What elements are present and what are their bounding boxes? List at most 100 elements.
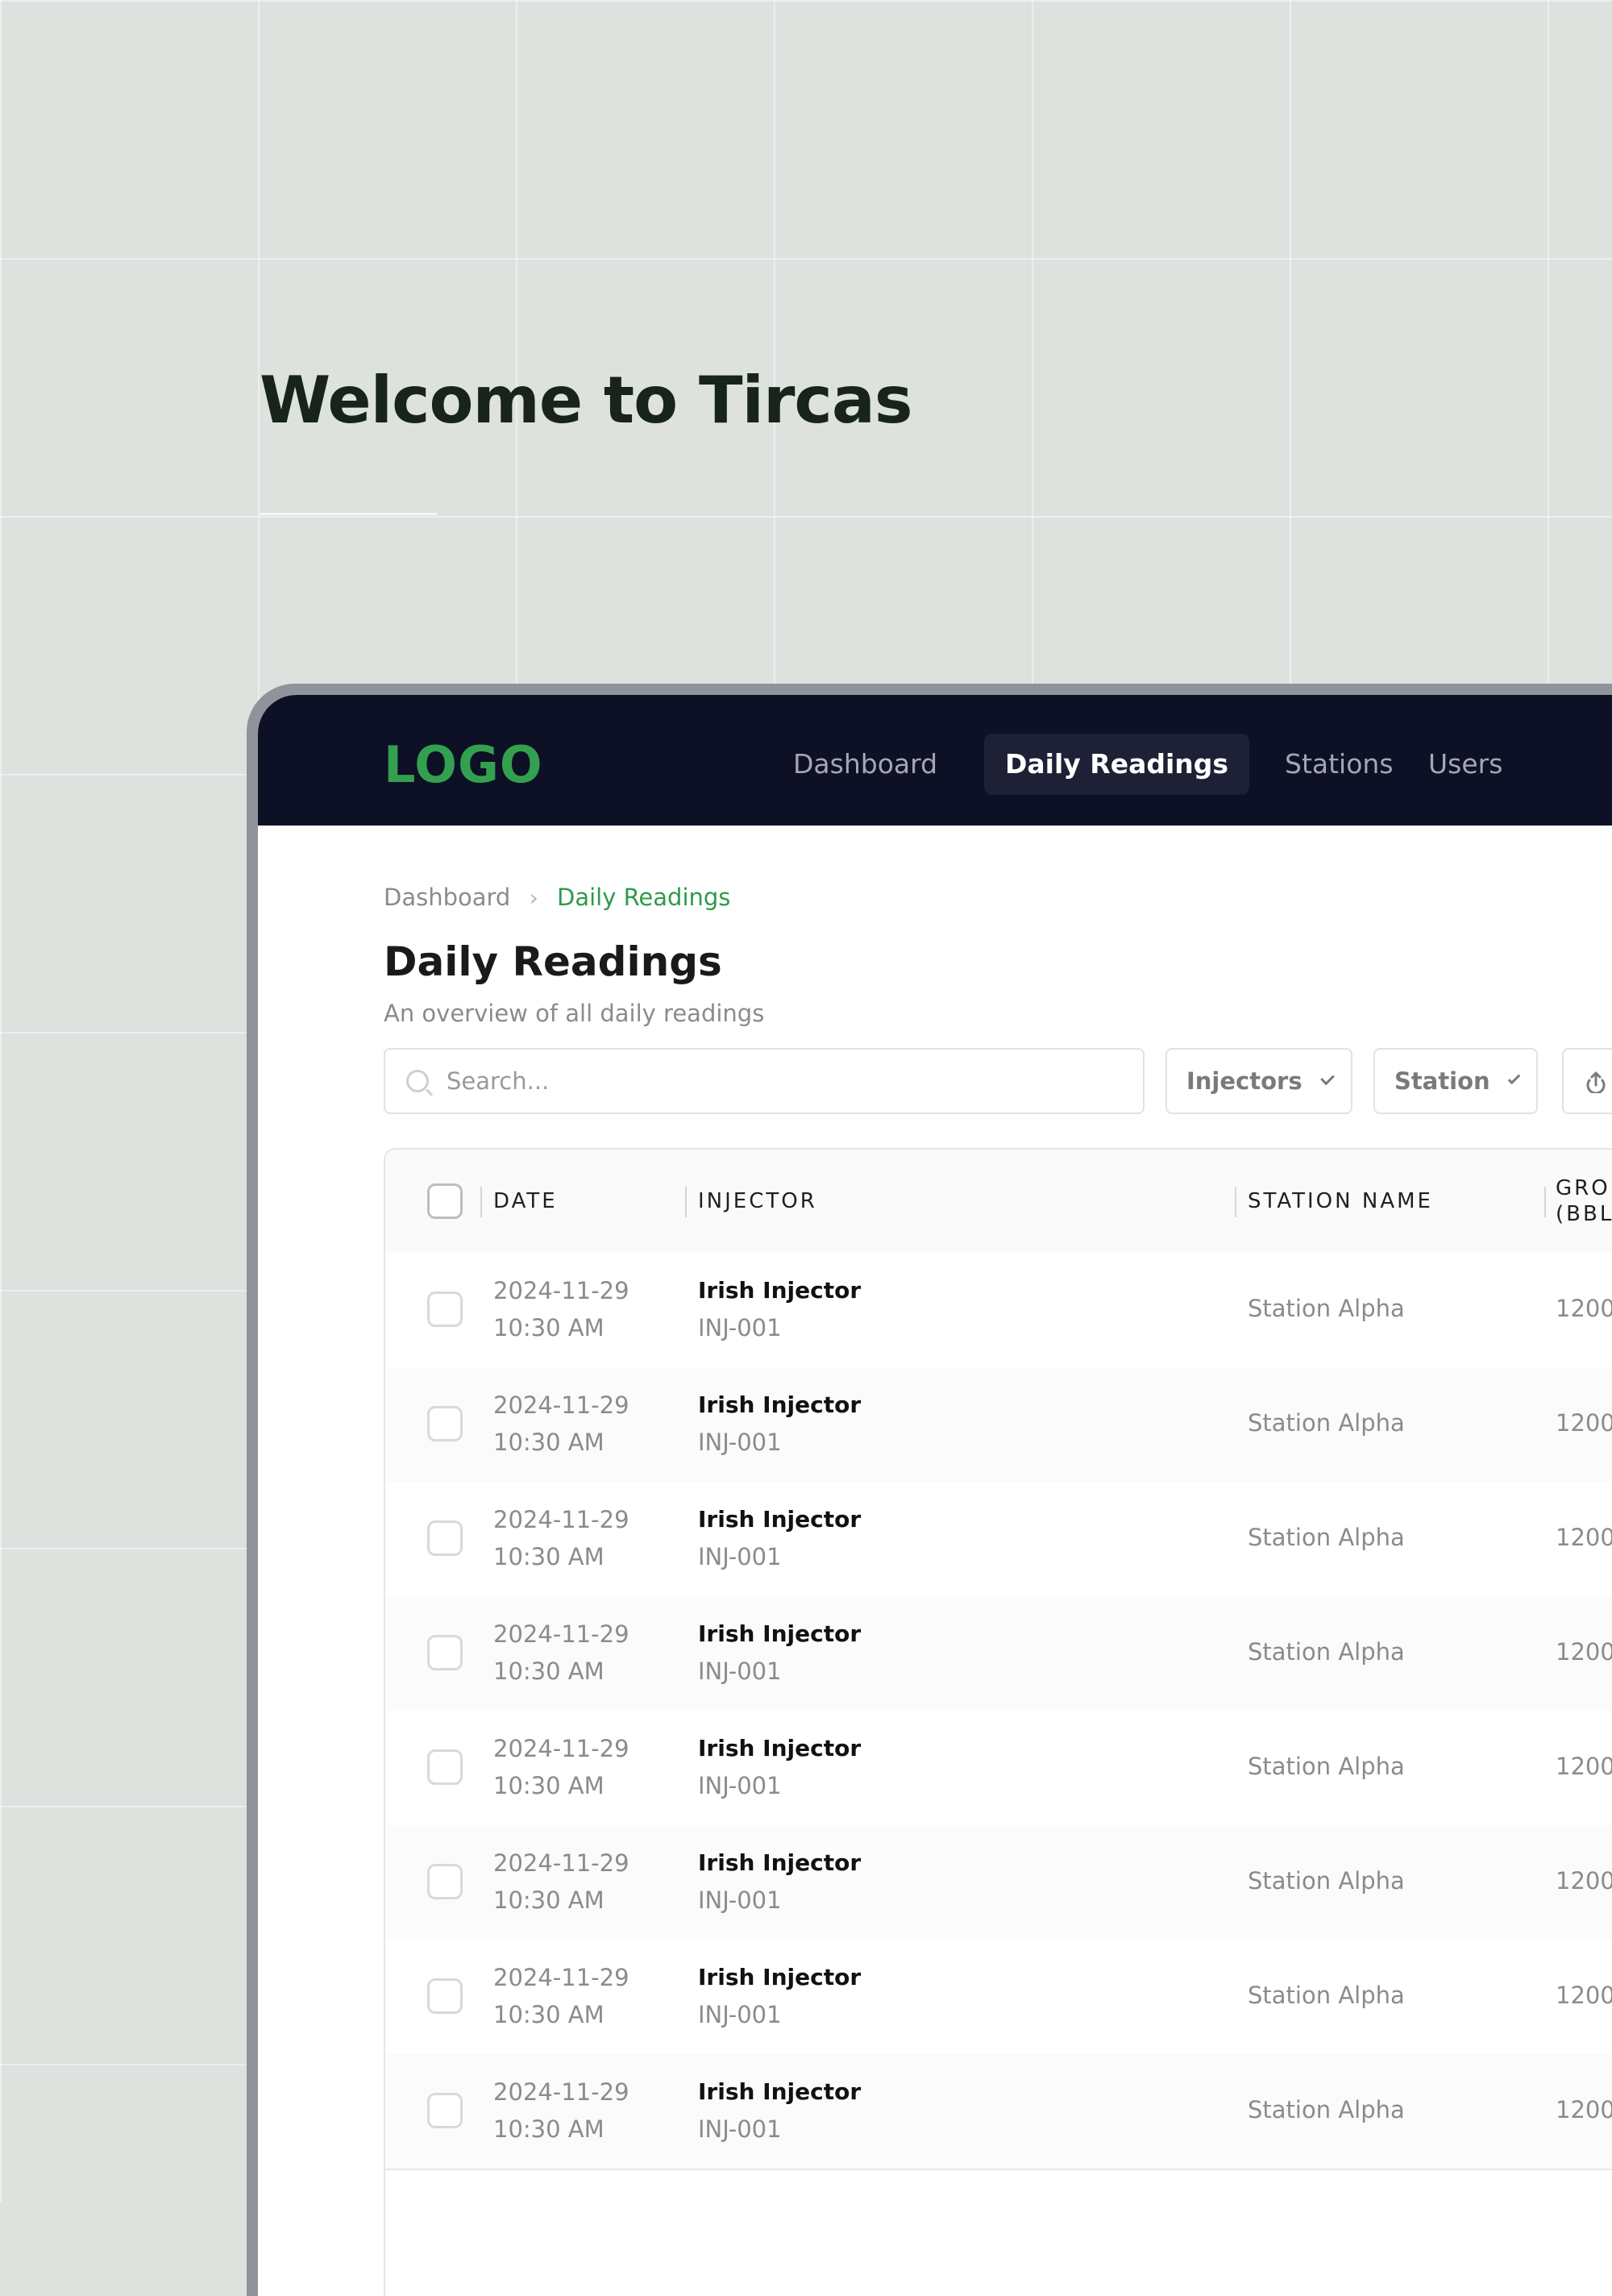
injectors-filter[interactable]: Injectors (1165, 1048, 1352, 1114)
row-checkbox[interactable] (427, 1978, 463, 2014)
cell-injector-id: INJ-001 (698, 2001, 782, 2028)
table-header: DATE INJECTOR STATION NAME GRO (BBL (385, 1150, 1612, 1254)
table-row[interactable]: 2024-11-29 10:30 AM Irish Injector INJ-001 S… (385, 1253, 1612, 1369)
cell-gross: 1200 (1556, 1638, 1612, 1666)
cell-date-time: 10:30 AM (493, 1314, 604, 1341)
cell-date: 2024-11-29 10:30 AM (493, 1616, 629, 1690)
cell-date-time: 10:30 AM (493, 1658, 604, 1685)
column-header-injector[interactable]: INJECTOR (698, 1150, 817, 1253)
breadcrumb: Dashboard › Daily Readings (384, 884, 730, 911)
cell-station-name: Station Alpha (1248, 1982, 1405, 2009)
column-divider (685, 1187, 687, 1217)
cell-gross: 1200 (1556, 1295, 1612, 1322)
search-icon (406, 1070, 429, 1092)
cell-injector-id: INJ-001 (698, 1658, 782, 1685)
table-row[interactable]: 2024-11-29 10:30 AM Irish Injector INJ-001 S… (385, 1825, 1612, 1941)
cell-injector-id: INJ-001 (698, 1772, 782, 1799)
nav-daily-readings[interactable]: Daily Readings (984, 734, 1250, 795)
row-checkbox[interactable] (427, 1520, 463, 1556)
cell-injector-name: Irish Injector (698, 1735, 862, 1762)
cell-date-day: 2024-11-29 (493, 1849, 629, 1877)
row-checkbox[interactable] (427, 1406, 463, 1441)
cell-injector: Irish Injector INJ-001 (698, 1616, 861, 1690)
search-input[interactable] (445, 1067, 1143, 1096)
cell-injector-name: Irish Injector (698, 1391, 862, 1418)
row-checkbox[interactable] (427, 1749, 463, 1785)
app-logo[interactable]: LOGO (384, 735, 543, 794)
table-row[interactable]: 2024-11-29 10:30 AM Irish Injector INJ-001 S… (385, 1367, 1612, 1483)
table-row[interactable]: 2024-11-29 10:30 AM Irish Injector INJ-001 S… (385, 1940, 1612, 2056)
cell-station-name: Station Alpha (1248, 1524, 1405, 1551)
row-checkbox[interactable] (427, 1635, 463, 1670)
chevron-down-icon (1319, 1071, 1335, 1085)
page-subtitle: An overview of all daily readings (384, 1000, 765, 1027)
cell-date-time: 10:30 AM (493, 1886, 604, 1914)
cell-date-day: 2024-11-29 (493, 1506, 629, 1533)
cell-injector-name: Irish Injector (698, 1620, 862, 1647)
breadcrumb-dashboard[interactable]: Dashboard (384, 884, 510, 911)
cell-date-day: 2024-11-29 (493, 2078, 629, 2106)
column-header-gross-line2: (BBL (1556, 1202, 1612, 1226)
nav-stations[interactable]: Stations (1264, 734, 1415, 795)
search-box[interactable] (384, 1048, 1145, 1114)
cell-injector-id: INJ-001 (698, 1314, 782, 1341)
row-checkbox[interactable] (427, 1864, 463, 1899)
hero-title: Welcome to Tircas (260, 363, 912, 438)
hero-divider (260, 513, 437, 515)
cell-injector-name: Irish Injector (698, 1964, 862, 1990)
cell-station-name: Station Alpha (1248, 1753, 1405, 1780)
cell-date: 2024-11-29 10:30 AM (493, 1272, 629, 1346)
export-button[interactable] (1562, 1048, 1612, 1114)
breadcrumb-current: Daily Readings (556, 884, 731, 911)
select-all-checkbox[interactable] (427, 1183, 463, 1219)
cell-injector-id: INJ-001 (698, 2115, 782, 2143)
column-header-station-name[interactable]: STATION NAME (1248, 1150, 1433, 1253)
cell-date: 2024-11-29 10:30 AM (493, 1501, 629, 1575)
cell-station-name: Station Alpha (1248, 2096, 1405, 2123)
cell-station-name: Station Alpha (1248, 1867, 1405, 1895)
cell-injector: Irish Injector INJ-001 (698, 2073, 861, 2148)
column-header-gross[interactable]: GRO (BBL (1556, 1150, 1612, 1253)
cell-station-name: Station Alpha (1248, 1638, 1405, 1666)
nav-users[interactable]: Users (1407, 734, 1523, 795)
cell-date-day: 2024-11-29 (493, 1964, 629, 1991)
cell-date-time: 10:30 AM (493, 2001, 604, 2028)
table-row[interactable]: 2024-11-29 10:30 AM Irish Injector INJ-001 S… (385, 1711, 1612, 1827)
cell-injector-name: Irish Injector (698, 2078, 862, 2105)
cell-date-time: 10:30 AM (493, 2115, 604, 2143)
chevron-right-icon: › (529, 884, 538, 911)
cell-injector: Irish Injector INJ-001 (698, 1959, 861, 2033)
column-divider (480, 1187, 482, 1217)
row-checkbox[interactable] (427, 2093, 463, 2128)
cell-injector-name: Irish Injector (698, 1506, 862, 1533)
cell-date: 2024-11-29 10:30 AM (493, 1845, 629, 1919)
cell-injector: Irish Injector INJ-001 (698, 1272, 861, 1346)
app-window: LOGO Dashboard Daily Readings Stations U… (258, 695, 1612, 2296)
cell-date-time: 10:30 AM (493, 1429, 604, 1456)
cell-gross: 1200 (1556, 1867, 1612, 1895)
table-row[interactable]: 2024-11-29 10:30 AM Irish Injector INJ-001 S… (385, 1482, 1612, 1598)
cell-injector: Irish Injector INJ-001 (698, 1845, 861, 1919)
station-filter[interactable]: Station (1373, 1048, 1538, 1114)
table-row[interactable]: 2024-11-29 10:30 AM Irish Injector INJ-001 S… (385, 1596, 1612, 1712)
cell-date-day: 2024-11-29 (493, 1391, 629, 1419)
nav-dashboard[interactable]: Dashboard (772, 734, 958, 795)
cell-injector-id: INJ-001 (698, 1886, 782, 1914)
cell-gross: 1200 (1556, 1524, 1612, 1551)
cell-injector-name: Irish Injector (698, 1277, 862, 1304)
column-header-date[interactable]: DATE (493, 1150, 558, 1253)
row-checkbox[interactable] (427, 1292, 463, 1327)
cell-date: 2024-11-29 10:30 AM (493, 2073, 629, 2148)
cell-injector-name: Irish Injector (698, 1849, 862, 1876)
column-divider (1235, 1187, 1236, 1217)
cell-station-name: Station Alpha (1248, 1295, 1405, 1322)
top-navbar: LOGO Dashboard Daily Readings Stations U… (258, 695, 1612, 826)
station-filter-label: Station (1394, 1067, 1490, 1095)
cell-injector-id: INJ-001 (698, 1429, 782, 1456)
cell-injector-id: INJ-001 (698, 1543, 782, 1570)
readings-table: DATE INJECTOR STATION NAME GRO (BBL 2024… (384, 1148, 1612, 2296)
cell-injector: Irish Injector INJ-001 (698, 1387, 861, 1461)
cell-date-day: 2024-11-29 (493, 1620, 629, 1648)
table-row[interactable]: 2024-11-29 10:30 AM Irish Injector INJ-001 S… (385, 2054, 1612, 2170)
cell-injector: Irish Injector INJ-001 (698, 1730, 861, 1804)
